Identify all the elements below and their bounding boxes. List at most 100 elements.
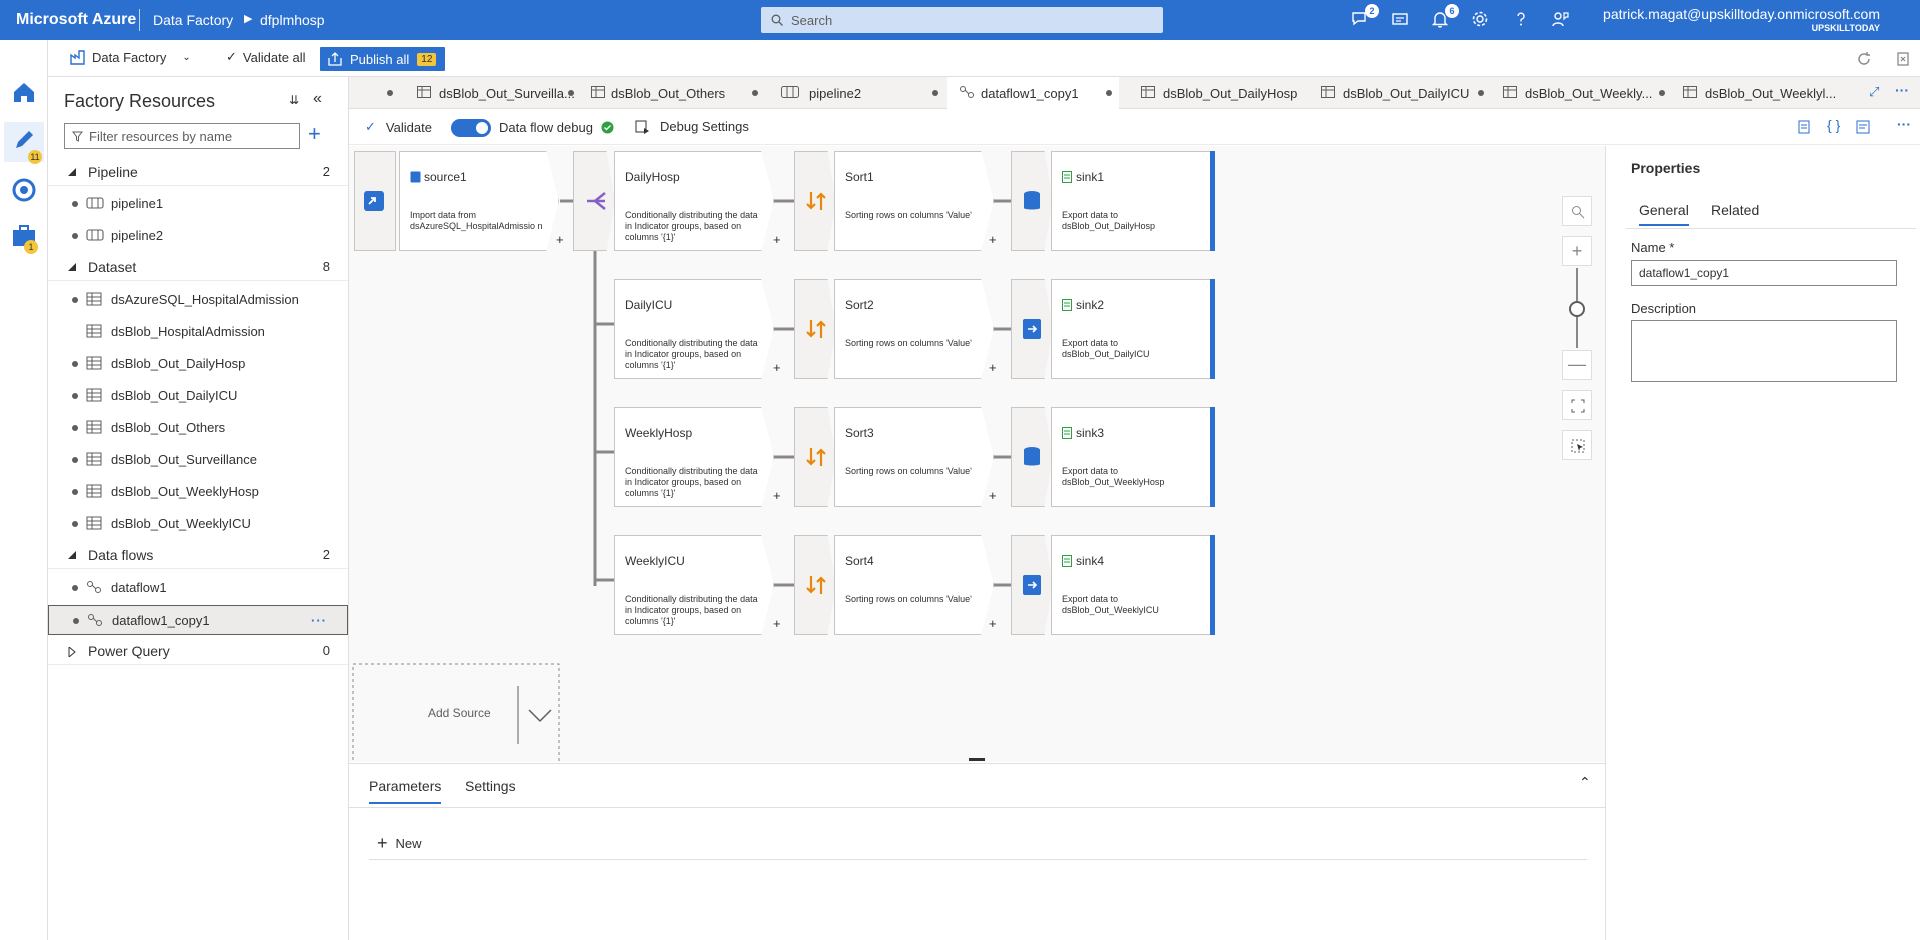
canvas-search-icon[interactable] <box>1562 196 1592 226</box>
fit-to-screen-icon[interactable] <box>1562 390 1592 420</box>
add-transform-button[interactable]: + <box>773 488 781 503</box>
add-transform-button[interactable]: + <box>556 232 564 247</box>
node-split-dailyhosp[interactable]: DailyHosp Conditionally distributing the… <box>614 151 774 251</box>
node-split-weeklyhosp[interactable]: WeeklyHosp Conditionally distributing th… <box>614 407 774 507</box>
tab-parameters[interactable]: Parameters <box>369 778 442 804</box>
node-split-dailyicu[interactable]: DailyICU Conditionally distributing the … <box>614 279 774 379</box>
tree-item-dataset[interactable]: dsBlob_Out_Others <box>48 413 348 441</box>
tab-settings[interactable]: Settings <box>465 778 516 794</box>
sort-icon-box[interactable] <box>794 279 836 379</box>
feedback-chat-icon[interactable]: 2 <box>1350 4 1379 31</box>
node-sink3[interactable]: sink3 Export data to dsBlob_Out_WeeklyHo… <box>1051 407 1213 507</box>
description-field[interactable] <box>1631 320 1897 382</box>
node-sort3[interactable]: Sort3 Sorting rows on columns 'Value' <box>834 407 994 507</box>
tree-item-pipeline1[interactable]: pipeline1 <box>48 189 348 217</box>
code-icon[interactable]: { } <box>1827 117 1840 133</box>
tab-general[interactable]: General <box>1639 202 1689 226</box>
tree-item-dataset[interactable]: dsBlob_Out_WeeklyHosp <box>48 477 348 505</box>
zoom-out-button[interactable]: — <box>1562 350 1592 380</box>
collapse-all-icon[interactable]: ⇊ <box>289 93 299 107</box>
help-icon[interactable] <box>1511 9 1535 31</box>
tree-item-dataset[interactable]: dsAzureSQL_HospitalAdmission <box>48 285 348 313</box>
add-source-dropdown[interactable] <box>519 686 559 744</box>
add-source-button[interactable]: Add Source <box>428 706 491 720</box>
node-sort4[interactable]: Sort4 Sorting rows on columns 'Value' <box>834 535 994 635</box>
sink-icon-box[interactable] <box>1011 279 1053 379</box>
add-transform-button[interactable]: + <box>773 360 781 375</box>
gear-icon[interactable] <box>1470 9 1494 31</box>
tab-overflow-icon[interactable]: ··· <box>1895 82 1909 98</box>
collapse-panel-icon[interactable]: « <box>313 90 322 108</box>
validate-all-button[interactable]: ✓ Validate all <box>226 49 306 65</box>
account-menu[interactable]: patrick.magat@upskilltoday.onmicrosoft.c… <box>1603 6 1880 33</box>
tab-dsblob-out-dailyhosp[interactable]: dsBlob_Out_DailyHosp <box>1139 77 1297 109</box>
sort-icon-box[interactable] <box>794 151 836 251</box>
global-search-input[interactable]: Search <box>761 7 1163 33</box>
tree-item-dataflow1[interactable]: dataflow1 <box>48 573 348 601</box>
tree-item-dataset[interactable]: dsBlob_HospitalAdmission <box>48 317 348 345</box>
rail-manage[interactable]: 1 <box>8 220 40 254</box>
select-mode-icon[interactable] <box>1562 430 1592 460</box>
refresh-icon[interactable] <box>1856 51 1872 67</box>
tab-dsblob-out-others[interactable]: dsBlob_Out_Others <box>589 77 754 109</box>
tab-dataflow1-copy1[interactable]: dataflow1_copy1 <box>947 77 1119 109</box>
zoom-in-button[interactable]: + <box>1562 236 1592 266</box>
breadcrumb-factory[interactable]: dfplmhosp <box>260 12 325 28</box>
tree-item-dataset[interactable]: dsBlob_Out_Surveillance <box>48 445 348 473</box>
add-transform-button[interactable]: + <box>989 360 997 375</box>
category-pipeline[interactable]: Pipeline 2 <box>48 158 348 186</box>
tree-item-dataset[interactable]: dsBlob_Out_DailyHosp <box>48 349 348 377</box>
panel-splitter-handle[interactable] <box>969 758 985 761</box>
category-dataflows[interactable]: Data flows 2 <box>48 541 348 569</box>
add-transform-button[interactable]: + <box>773 616 781 631</box>
node-split-weeklyicu[interactable]: WeeklyICU Conditionally distributing the… <box>614 535 774 635</box>
tab-dsblob-out-surveillance[interactable]: dsBlob_Out_Surveilla... <box>349 77 575 109</box>
rail-author[interactable]: 11 <box>4 122 44 164</box>
source-icon-box[interactable] <box>354 151 396 251</box>
category-dataset[interactable]: Dataset 8 <box>48 253 348 281</box>
azure-brand[interactable]: Microsoft Azure <box>16 11 136 29</box>
tab-pipeline2[interactable]: pipeline2 <box>779 77 939 109</box>
bell-icon[interactable]: 6 <box>1430 4 1459 31</box>
tree-item-dataset[interactable]: dsBlob_Out_WeeklyICU <box>48 509 348 537</box>
sink-icon-box[interactable] <box>1011 407 1053 507</box>
script-icon[interactable] <box>1796 119 1812 135</box>
more-actions-icon[interactable]: ··· <box>311 613 327 628</box>
node-sink4[interactable]: sink4 Export data to dsBlob_Out_WeeklyIC… <box>1051 535 1213 635</box>
add-transform-button[interactable]: + <box>989 232 997 247</box>
tree-item-dataset[interactable]: dsBlob_Out_DailyICU <box>48 381 348 409</box>
person-feedback-icon[interactable] <box>1550 9 1574 31</box>
dataflow-canvas[interactable]: source1 Import data from dsAzureSQL_Hosp… <box>349 146 1605 762</box>
discard-icon[interactable] <box>1895 51 1911 67</box>
directory-switch-icon[interactable] <box>1390 9 1414 31</box>
add-transform-button[interactable]: + <box>989 616 997 631</box>
factory-dropdown[interactable]: Data Factory ⌄ <box>70 49 191 65</box>
sort-icon-box[interactable] <box>794 535 836 635</box>
name-field[interactable]: dataflow1_copy1 <box>1631 260 1897 286</box>
collapse-panel-icon[interactable]: ⌃ <box>1579 774 1591 791</box>
breadcrumb-service[interactable]: Data Factory <box>153 12 233 28</box>
tab-dsblob-out-dailyicu[interactable]: dsBlob_Out_DailyICU <box>1319 77 1479 109</box>
debug-settings-button[interactable]: Debug Settings <box>635 119 749 134</box>
new-parameter-button[interactable]: + New <box>377 833 422 854</box>
tab-related[interactable]: Related <box>1711 202 1759 218</box>
add-transform-button[interactable]: + <box>989 488 997 503</box>
filter-resources-input[interactable]: Filter resources by name <box>64 123 300 149</box>
node-sink2[interactable]: sink2 Export data to dsBlob_Out_DailyICU <box>1051 279 1213 379</box>
node-sort2[interactable]: Sort2 Sorting rows on columns 'Value' <box>834 279 994 379</box>
publish-all-button[interactable]: Publish all 12 <box>320 47 445 71</box>
zoom-slider-thumb[interactable] <box>1569 301 1585 317</box>
rail-home[interactable] <box>8 76 40 108</box>
sort-icon-box[interactable] <box>794 407 836 507</box>
properties-icon[interactable] <box>1855 119 1871 135</box>
sink-icon-box[interactable] <box>1011 535 1053 635</box>
validate-button[interactable]: ✓ Validate <box>365 119 432 135</box>
tab-dsblob-out-weeklyicu[interactable]: dsBlob_Out_Weeklyl... <box>1681 77 1841 109</box>
node-source1[interactable]: source1 Import data from dsAzureSQL_Hosp… <box>399 151 559 251</box>
data-flow-debug-toggle[interactable] <box>451 119 491 137</box>
tree-item-dataflow1-copy1[interactable]: dataflow1_copy1 ··· <box>48 605 348 635</box>
add-transform-button[interactable]: + <box>773 232 781 247</box>
rail-monitor[interactable] <box>8 174 40 206</box>
split-icon-box[interactable] <box>573 151 615 251</box>
more-options-icon[interactable]: ··· <box>1897 116 1911 132</box>
